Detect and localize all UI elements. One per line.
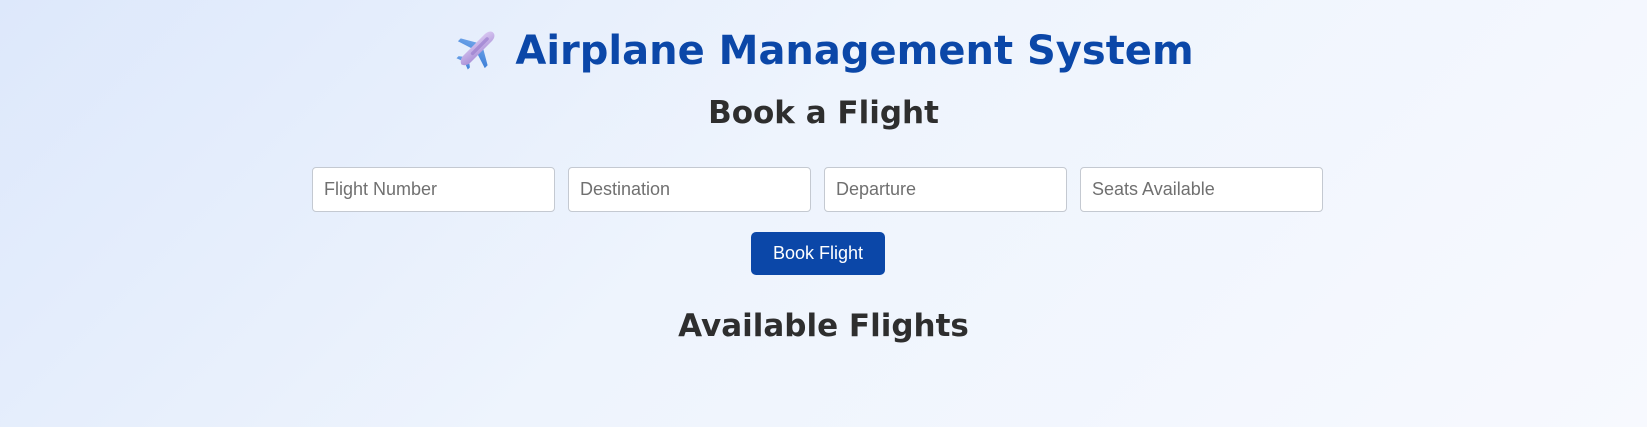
book-flight-heading: Book a Flight <box>708 95 939 131</box>
book-flight-button[interactable]: Book Flight <box>751 232 885 275</box>
airplane-icon <box>453 25 501 73</box>
app-header: Airplane Management System <box>0 27 1647 77</box>
app-title: Airplane Management System <box>515 27 1194 74</box>
departure-input[interactable] <box>824 167 1067 212</box>
available-flights-list <box>312 356 1324 396</box>
booking-form <box>312 167 1324 212</box>
destination-input[interactable] <box>568 167 811 212</box>
available-flights-heading: Available Flights <box>678 308 969 344</box>
flight-number-input[interactable] <box>312 167 555 212</box>
seats-available-input[interactable] <box>1080 167 1323 212</box>
